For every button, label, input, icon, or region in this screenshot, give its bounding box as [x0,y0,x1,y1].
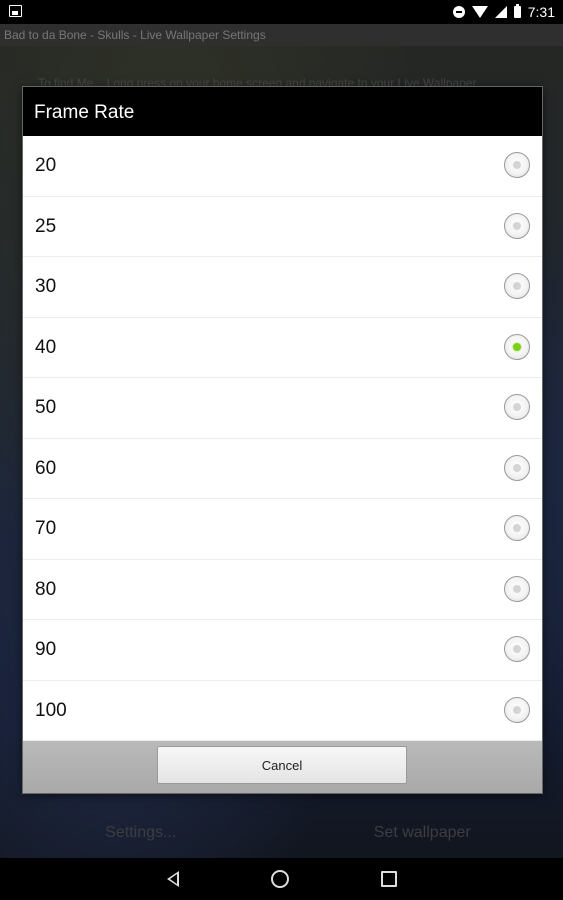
frame-rate-dialog: Frame Rate 20 25 30 40 50 60 70 80 90 100 Cancel [23,87,542,793]
back-icon[interactable] [166,871,179,887]
radio-button[interactable] [504,394,530,420]
app-title: Bad to da Bone - Skulls - Live Wallpaper… [0,24,563,46]
radio-button[interactable] [504,696,530,723]
frame-rate-option[interactable]: 40 [23,318,542,378]
option-label: 40 [35,336,57,358]
option-label: 80 [35,578,57,600]
navigation-bar [0,858,563,900]
option-label: 60 [35,457,57,479]
radio-dot-icon [513,221,521,230]
signal-icon [494,6,507,18]
wifi-icon [471,6,488,18]
radio-button[interactable] [504,273,530,299]
frame-rate-option[interactable]: 20 [23,136,542,197]
radio-button[interactable] [504,212,530,239]
option-label: 100 [35,699,67,721]
cancel-button[interactable]: Cancel [157,746,407,784]
status-icons: 7:31 [452,3,555,21]
status-bar: 7:31 [0,0,563,24]
radio-dot-icon [513,584,521,593]
option-label: 50 [35,397,57,418]
radio-dot-icon [513,645,521,653]
recent-apps-icon[interactable] [380,871,397,887]
option-label: 30 [35,276,57,297]
option-label: 20 [35,155,57,176]
do-not-disturb-icon [452,6,465,18]
radio-dot-icon [513,161,521,169]
radio-button[interactable] [504,152,530,178]
radio-button[interactable] [504,515,530,541]
home-icon[interactable] [270,870,289,888]
frame-rate-option[interactable]: 100 [23,681,542,741]
frame-rate-option[interactable]: 50 [23,378,542,439]
frame-rate-option[interactable]: 90 [23,620,542,681]
status-time: 7:31 [527,4,555,20]
frame-rate-options: 20 25 30 40 50 60 70 80 90 100 [23,136,542,741]
radio-dot-icon [513,705,521,714]
radio-dot-icon [513,524,521,532]
frame-rate-option[interactable]: 30 [23,257,542,318]
frame-rate-option[interactable]: 80 [23,560,542,620]
dialog-button-bar: Cancel [23,741,542,793]
radio-dot-icon [513,282,521,290]
frame-rate-option[interactable]: 70 [23,499,542,560]
option-label: 70 [35,518,57,539]
radio-dot-icon [513,342,521,351]
frame-rate-option[interactable]: 60 [23,439,542,499]
option-label: 25 [35,215,57,237]
battery-icon [513,4,521,18]
frame-rate-option[interactable]: 25 [23,197,542,257]
radio-dot-icon [513,403,521,411]
dialog-title: Frame Rate [23,87,542,136]
radio-button-checked[interactable] [504,333,530,360]
image-notification-icon [9,5,22,17]
radio-dot-icon [513,463,521,472]
radio-button[interactable] [504,636,530,662]
option-label: 90 [35,639,57,660]
radio-button[interactable] [504,575,530,602]
radio-button[interactable] [504,454,530,481]
